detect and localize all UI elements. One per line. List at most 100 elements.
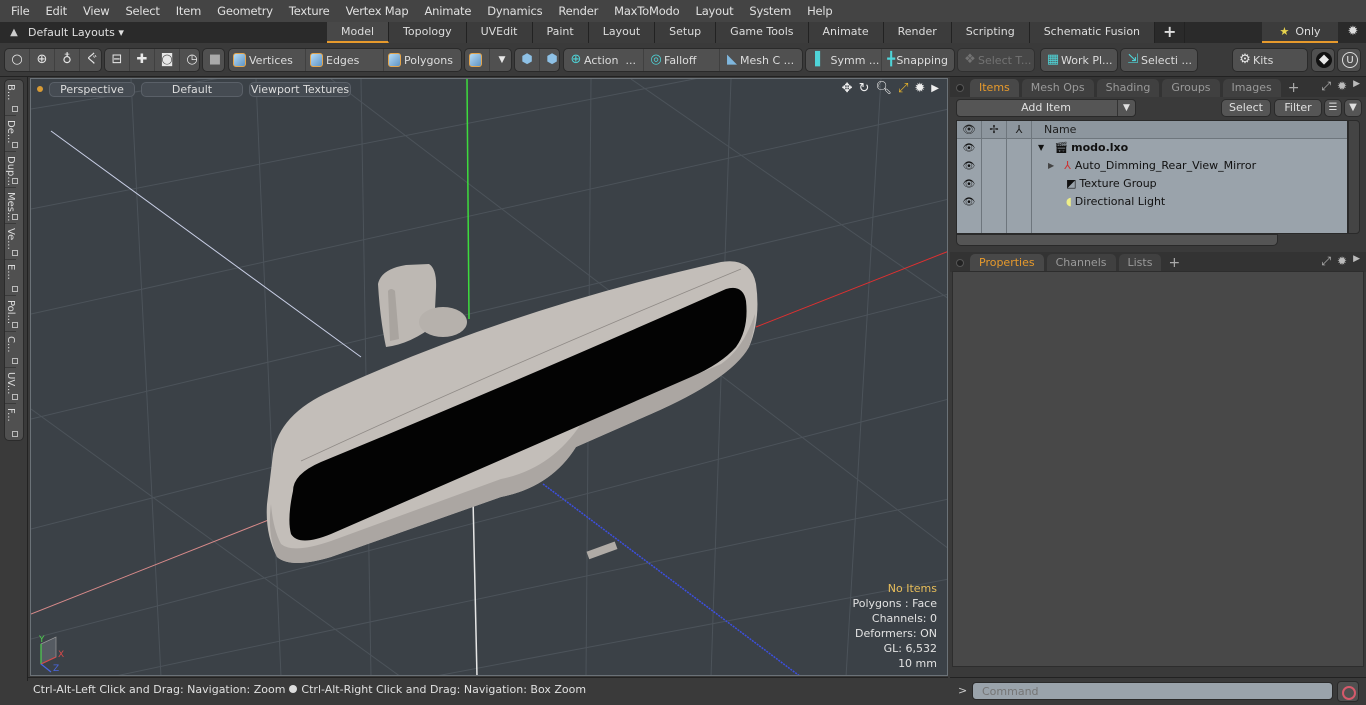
visibility-eye-icon[interactable]: 👁︎ bbox=[963, 179, 976, 190]
panel-more-arrow-icon[interactable]: ▶ bbox=[1353, 79, 1360, 94]
symmetry-x-button[interactable]: ⬢ bbox=[515, 49, 540, 71]
menu-geometry[interactable]: Geometry bbox=[209, 4, 281, 18]
unity-button[interactable]: ◆ bbox=[1312, 49, 1336, 71]
left-tab-duplicate[interactable]: Dup... bbox=[5, 152, 18, 188]
tab-items[interactable]: Items bbox=[970, 79, 1019, 97]
select-through-button[interactable]: ❖ Select T... bbox=[958, 49, 1035, 71]
mode-dropdown[interactable]: ▼ bbox=[490, 49, 514, 71]
left-tab-polygon[interactable]: Pol... bbox=[5, 296, 18, 332]
menu-system[interactable]: System bbox=[741, 4, 799, 18]
materials-mode-button[interactable] bbox=[465, 49, 490, 71]
item-tree-horizontal-scrollbar[interactable] bbox=[956, 234, 1278, 246]
add-tab-plus-icon[interactable]: + bbox=[1155, 22, 1186, 43]
tree-row-mesh[interactable]: 👁︎ ▶ ⅄ Auto_Dimming_Rear_View_Mirror bbox=[957, 157, 1347, 175]
add-item-button[interactable]: Add Item ▼ bbox=[956, 99, 1136, 117]
add-properties-tab-plus-icon[interactable]: + bbox=[1168, 255, 1180, 272]
add-item-dropdown-icon[interactable]: ▼ bbox=[1117, 100, 1135, 116]
filter-button[interactable]: Filter bbox=[1274, 99, 1322, 117]
visibility-eye-icon[interactable]: 👁︎ bbox=[963, 197, 976, 208]
viewport-more-arrow-icon[interactable]: ▶ bbox=[931, 81, 939, 96]
menu-file[interactable]: File bbox=[0, 4, 37, 18]
rotate-view-icon[interactable]: ↻ bbox=[859, 81, 870, 96]
visibility-column-eye-icon[interactable]: 👁︎ bbox=[957, 121, 982, 138]
edges-button[interactable]: Edges bbox=[306, 49, 384, 71]
left-tab-curve[interactable]: C... bbox=[5, 332, 18, 368]
left-tab-edge[interactable]: E... bbox=[5, 260, 18, 296]
kits-button[interactable]: ⚙ Kits bbox=[1233, 49, 1277, 71]
tab-lists[interactable]: Lists bbox=[1118, 254, 1162, 272]
bezier-tool-button[interactable]: ぐ bbox=[80, 49, 104, 71]
left-tab-fusion[interactable]: F... bbox=[5, 404, 18, 440]
view-type-button[interactable]: Perspective bbox=[49, 81, 135, 97]
panel-gear-icon[interactable]: ✹ bbox=[1337, 79, 1347, 94]
maximize-viewport-icon[interactable]: ⤢ bbox=[898, 81, 908, 96]
menu-maxtomodo[interactable]: MaxToModo bbox=[606, 4, 687, 18]
sphere-tool-button[interactable]: ⊕ bbox=[30, 49, 55, 71]
menu-layout[interactable]: Layout bbox=[688, 4, 742, 18]
work-plane-button[interactable]: ▦ Work Pl... bbox=[1041, 49, 1117, 71]
pen-tool-button[interactable]: ♁ bbox=[55, 49, 80, 71]
expand-panel-icon[interactable]: ⤢ bbox=[1321, 79, 1331, 94]
visibility-eye-icon[interactable]: 👁︎ bbox=[963, 143, 976, 154]
selection-sets-button[interactable]: ⇲ Selecti ... bbox=[1121, 49, 1196, 71]
tab-render[interactable]: Render bbox=[883, 22, 952, 43]
circle-tool-button[interactable]: ○ bbox=[5, 49, 30, 71]
tab-shading[interactable]: Shading bbox=[1096, 79, 1160, 97]
menu-item[interactable]: Item bbox=[168, 4, 209, 18]
menu-view[interactable]: View bbox=[75, 4, 118, 18]
properties-gear-icon[interactable]: ✹ bbox=[1337, 254, 1347, 269]
tab-model[interactable]: Model bbox=[327, 22, 390, 43]
menu-vertex-map[interactable]: Vertex Map bbox=[338, 4, 417, 18]
action-center-button[interactable]: ⊕ Action ... bbox=[564, 49, 644, 71]
3d-viewport[interactable]: Y X Z Perspective Default Viewport Textu… bbox=[30, 78, 948, 676]
visibility-eye-icon[interactable]: 👁︎ bbox=[963, 161, 976, 172]
name-column-header[interactable]: Name bbox=[1032, 121, 1076, 138]
tab-mesh-ops[interactable]: Mesh Ops bbox=[1021, 79, 1094, 97]
align-tool-button[interactable]: ⊟ bbox=[105, 49, 130, 71]
tree-row-scene[interactable]: 👁︎ ▼ 🎬︎ modo.lxo bbox=[957, 139, 1347, 157]
symmetry-button[interactable]: ▐ Symm ... bbox=[806, 49, 882, 71]
symmetry-y-button[interactable]: ⬢ bbox=[540, 49, 564, 71]
viewport-textures-button[interactable]: Viewport Textures bbox=[249, 81, 351, 97]
zoom-view-icon[interactable]: 🔍︎ bbox=[875, 81, 892, 96]
add-panel-tab-plus-icon[interactable]: + bbox=[1288, 80, 1300, 97]
properties-panel-menu-dot[interactable] bbox=[956, 259, 964, 267]
tab-setup[interactable]: Setup bbox=[655, 22, 717, 43]
frame-tool-button[interactable]: ◙ bbox=[155, 49, 180, 71]
expand-properties-icon[interactable]: ⤢ bbox=[1321, 254, 1331, 269]
list-options-icon[interactable]: ☰ bbox=[1324, 99, 1342, 117]
collapse-up-icon[interactable]: ▲ bbox=[0, 27, 28, 38]
polygons-button[interactable]: Polygons bbox=[384, 49, 461, 71]
unreal-button[interactable]: U bbox=[1338, 49, 1362, 71]
tab-scripting[interactable]: Scripting bbox=[951, 22, 1030, 43]
mesh-constraints-button[interactable]: ◣ Mesh C ... bbox=[720, 49, 800, 71]
default-layouts-dropdown[interactable]: Default Layouts ▾ bbox=[28, 26, 124, 39]
tree-row-texture-group[interactable]: 👁︎ ◩ Texture Group bbox=[957, 175, 1347, 193]
left-tab-uv[interactable]: UV... bbox=[5, 368, 18, 404]
tab-topology[interactable]: Topology bbox=[389, 22, 467, 43]
item-mode-button[interactable]: ■ bbox=[203, 49, 227, 71]
command-input[interactable] bbox=[972, 682, 1333, 700]
left-tab-vertex[interactable]: Ve... bbox=[5, 224, 18, 260]
tree-row-light[interactable]: 👁︎ ◖ Directional Light bbox=[957, 193, 1347, 211]
menu-texture[interactable]: Texture bbox=[281, 4, 338, 18]
collapse-arrow-icon[interactable]: ▼ bbox=[1038, 139, 1044, 157]
menu-edit[interactable]: Edit bbox=[37, 4, 74, 18]
tab-animate[interactable]: Animate bbox=[808, 22, 884, 43]
menu-dynamics[interactable]: Dynamics bbox=[479, 4, 550, 18]
snapping-button[interactable]: ╋ Snapping bbox=[882, 49, 952, 71]
type-column-axes-icon[interactable]: ⅄ bbox=[1007, 121, 1032, 138]
left-tab-basic[interactable]: B... bbox=[5, 80, 18, 116]
menu-render[interactable]: Render bbox=[550, 4, 606, 18]
item-tree-vertical-scrollbar[interactable] bbox=[1348, 120, 1360, 234]
lock-column-icon[interactable]: ✢ bbox=[982, 121, 1007, 138]
properties-more-arrow-icon[interactable]: ▶ bbox=[1353, 254, 1360, 269]
menu-help[interactable]: Help bbox=[799, 4, 840, 18]
select-button[interactable]: Select bbox=[1221, 99, 1271, 117]
tab-schematic-fusion[interactable]: Schematic Fusion bbox=[1029, 22, 1156, 43]
gear-icon[interactable]: ✹ bbox=[1340, 22, 1366, 43]
left-tab-deform[interactable]: De... bbox=[5, 116, 18, 152]
tab-layout[interactable]: Layout bbox=[588, 22, 656, 43]
menu-animate[interactable]: Animate bbox=[416, 4, 479, 18]
viewport-gear-icon[interactable]: ✹ bbox=[914, 81, 925, 96]
